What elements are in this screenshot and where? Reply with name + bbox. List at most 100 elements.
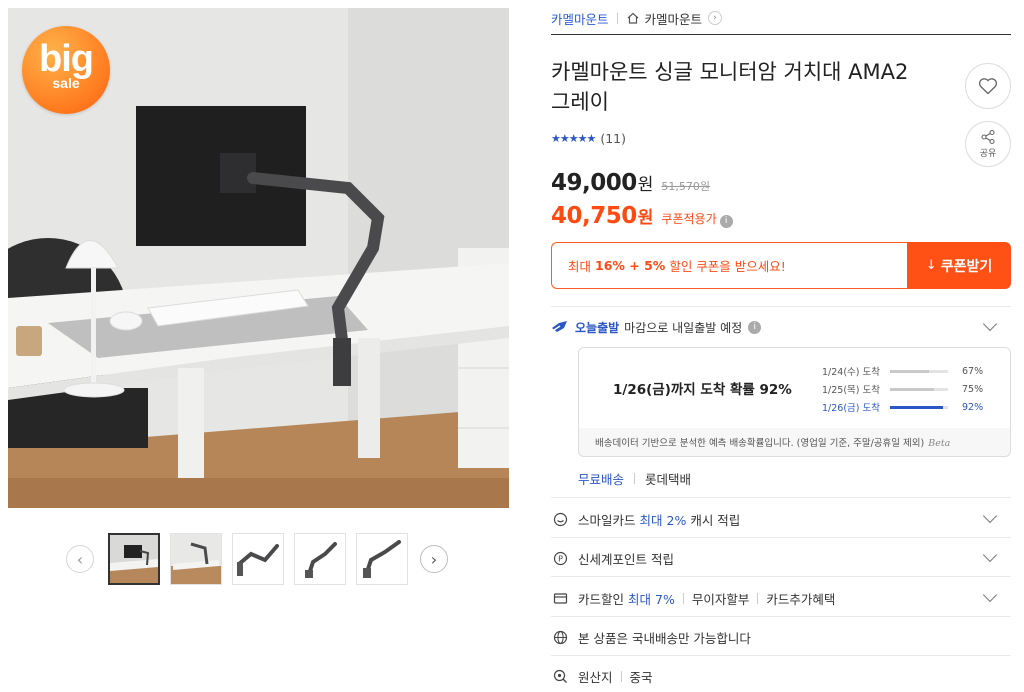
card-discount-label: 카드할인 [578, 591, 625, 607]
sale-price-unit: 원 [637, 175, 654, 195]
card-discount-row[interactable]: 카드할인 최대 7% 무이자할부 카드추가혜택 [551, 586, 1011, 610]
thumbnail-3[interactable] [232, 533, 284, 585]
share-button[interactable]: 공유 [965, 121, 1011, 167]
coupon-price: 40,750 [551, 203, 637, 229]
thumbnail-3-image [233, 534, 283, 584]
product-title: 카멜마운트 싱글 모니터암 거치대 AMA2 그레이 [551, 60, 909, 114]
free-shipping-label: 무료배송 [578, 472, 625, 487]
domestic-shipping-label: 본 상품은 국내배송만 가능합니다 [578, 630, 751, 646]
probability-item: 1/24(수) 도착 67% [822, 362, 1002, 380]
thumbnail-1-image [110, 535, 158, 583]
probability-percent: 75% [962, 383, 984, 395]
download-icon: ↓ [925, 258, 937, 273]
shipping-schedule-text: 마감으로 내일출발 예정 [624, 320, 743, 335]
coupon-price-unit: 원 [637, 208, 654, 228]
thumbnail-2-image [171, 534, 221, 584]
smile-icon [553, 512, 568, 526]
thumbnail-5-image [357, 534, 407, 584]
breadcrumb-store-link[interactable]: 카멜마운트 [645, 9, 703, 28]
coupon-price-label: 쿠폰적용가 [661, 212, 717, 226]
main-product-image[interactable]: big sale [8, 8, 509, 508]
probability-note-text: 배송데이터 기반으로 분석한 예측 배송확률입니다. (영업일 기준, 주말/공… [595, 438, 925, 449]
thumbnail-1[interactable] [108, 533, 160, 585]
coupon-price-row: 40,750 원 쿠폰적용가 i [551, 203, 733, 229]
probability-bar [890, 387, 948, 391]
probability-item: 1/26(금) 도착 92% [822, 398, 1002, 416]
original-price: 51,570원 [661, 180, 711, 193]
probability-date: 1/25(목) 도착 [822, 385, 880, 396]
coupon-message: 최대 16% + 5% 할인 쿠폰을 받으세요! [551, 242, 907, 289]
probability-headline: 1/26(금)까지 도착 확률 92% [613, 382, 792, 398]
thumb-next-button[interactable]: › [420, 545, 448, 573]
installment-label: 무이자할부 [691, 591, 750, 607]
thumb-prev-button[interactable]: ‹ [66, 545, 94, 573]
smile-card-rate: 최대 2% [639, 512, 687, 528]
rating-summary[interactable]: ★★★★★ (11) [551, 131, 626, 146]
location-search-icon [553, 669, 567, 683]
sale-price: 49,000 [551, 170, 637, 196]
store-arrow-icon[interactable]: › [708, 11, 723, 25]
get-coupon-label: 쿠폰받기 [940, 258, 993, 275]
smile-card-benefit-row[interactable]: 스마일카드 최대 2% 캐시 적립 [551, 507, 1011, 531]
price-row: 49,000 원 51,570원 [551, 170, 710, 196]
probability-percent: 92% [962, 401, 984, 413]
probability-date: 1/24(수) 도착 [822, 367, 880, 378]
divider [551, 497, 1011, 498]
badge-sale-text: sale [52, 75, 80, 91]
shipping-today-tag: 오늘출발 [575, 320, 620, 335]
shinsegae-point-row[interactable]: P 신세계포인트 적립 [551, 546, 1011, 570]
chevron-right-icon: › [430, 549, 438, 569]
share-label: 공유 [979, 149, 997, 159]
probability-bar-fill [890, 387, 934, 391]
probability-list: 1/24(수) 도착 67% 1/25(목) 도착 75% 1/26(금) 도착 92% [822, 362, 1002, 416]
thumbnail-strip: ‹ › [66, 532, 448, 586]
get-coupon-button[interactable]: ↓ 쿠폰받기 [907, 242, 1011, 289]
shipping-info-icon[interactable]: i [748, 320, 762, 334]
store-home-icon [627, 12, 638, 24]
origin-row: 원산지 중국 [551, 664, 1011, 688]
origin-label: 원산지 [578, 669, 613, 685]
header-divider [551, 34, 1011, 35]
card-extra-label: 카드추가혜택 [766, 591, 836, 607]
svg-text:P: P [558, 554, 563, 563]
probability-item: 1/25(목) 도착 75% [822, 380, 1002, 398]
carrier-name: 롯데택배 [645, 472, 692, 487]
thumbnail-4-image [295, 534, 345, 584]
chevron-down-icon [982, 508, 998, 524]
divider [551, 537, 1011, 538]
probability-bar [890, 369, 948, 373]
badge-big-text: big [39, 38, 94, 80]
breadcrumb: 카멜마운트 카멜마운트 › [551, 8, 723, 28]
info-icon[interactable]: i [719, 215, 733, 228]
probability-note: 배송데이터 기반으로 분석한 예측 배송확률입니다. (영업일 기준, 주말/공… [595, 435, 950, 449]
divider [551, 576, 1011, 577]
origin-value: 중국 [629, 669, 653, 685]
delivery-truck-icon [552, 321, 567, 332]
coupon-msg-prefix: 최대 [568, 259, 592, 274]
thumbnail-4[interactable] [294, 533, 346, 585]
chevron-down-icon [982, 316, 998, 332]
heart-icon [978, 78, 998, 95]
chevron-down-icon [982, 547, 998, 563]
delivery-info-row: 무료배송 롯데택배 [578, 469, 691, 488]
smile-card-suffix: 캐시 적립 [690, 512, 741, 528]
divider [551, 655, 1011, 656]
benefit-divider [757, 592, 759, 604]
probability-bar-fill [890, 369, 929, 373]
credit-card-icon [553, 592, 568, 604]
thumbnail-2[interactable] [170, 533, 222, 585]
smile-card-label: 스마일카드 [578, 512, 636, 528]
shinsegae-point-label: 신세계포인트 적립 [578, 551, 674, 567]
big-sale-badge: big sale [22, 26, 110, 114]
coupon-banner: 최대 16% + 5% 할인 쿠폰을 받으세요! ↓ 쿠폰받기 [551, 242, 1011, 289]
shipping-toggle-row[interactable]: 오늘출발 마감으로 내일출발 예정 i [551, 316, 1011, 338]
domestic-shipping-row: 본 상품은 국내배송만 가능합니다 [551, 625, 1011, 649]
origin-divider [620, 670, 622, 682]
like-button[interactable] [965, 63, 1011, 109]
breadcrumb-brand-link[interactable]: 카멜마운트 [551, 9, 609, 28]
divider [551, 616, 1011, 617]
probability-bar [890, 405, 948, 409]
thumbnail-5[interactable] [356, 533, 408, 585]
delivery-divider [634, 473, 636, 484]
chevron-down-icon [982, 587, 998, 603]
